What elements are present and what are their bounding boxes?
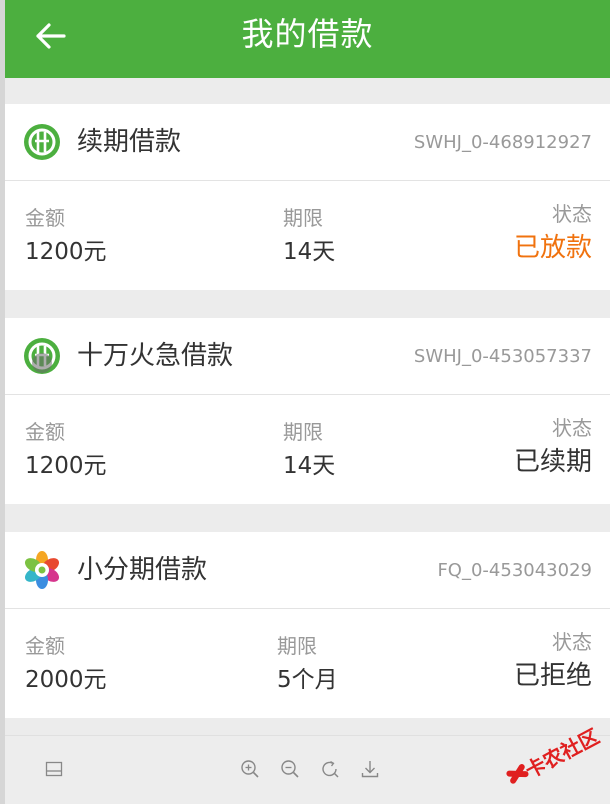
term-label: 期限 (283, 206, 323, 230)
amount-value: 2000元 (25, 667, 107, 693)
status-label: 状态 (552, 416, 592, 440)
loan-card[interactable]: 小分期借款 FQ_0-453043029 金额 2000元 期限 5个月 状态 … (5, 532, 610, 718)
status-column: 状态 已拒绝 (513, 630, 592, 691)
amount-column: 金额 2000元 (25, 633, 107, 695)
loan-name: 小分期借款 (77, 555, 208, 585)
zoom-out-icon (281, 760, 299, 778)
layout-button[interactable] (43, 758, 65, 780)
term-label: 期限 (283, 420, 323, 444)
colorful-flower-logo-icon (24, 551, 60, 589)
status-label: 状态 (552, 630, 592, 654)
zoom-in-button[interactable] (239, 758, 261, 780)
term-label: 期限 (277, 634, 317, 658)
status-value: 已续期 (513, 447, 592, 477)
loan-card-body: 金额 1200元 期限 14天 状态 已续期 (5, 395, 610, 504)
status-value: 已放款 (513, 233, 592, 263)
svg-text:卡农社区: 卡农社区 (521, 724, 603, 783)
loan-id: SWHJ_0-468912927 (413, 132, 592, 153)
term-column: 期限 5个月 (277, 633, 338, 695)
loan-id: FQ_0-453043029 (437, 560, 592, 581)
loan-card-header: 十万火急借款 SWHJ_0-453057337 (5, 318, 610, 395)
loan-id: SWHJ_0-453057337 (413, 346, 592, 367)
loan-card-header: 小分期借款 FQ_0-453043029 (5, 532, 610, 609)
term-value: 14天 (283, 239, 336, 265)
loan-card-header: 续期借款 SWHJ_0-468912927 (5, 104, 610, 181)
zoom-out-button[interactable] (279, 758, 301, 780)
header-bar: 我的借款 (5, 0, 610, 78)
status-value: 已拒绝 (513, 661, 592, 691)
amount-column: 金额 1200元 (25, 205, 107, 267)
status-column: 状态 已放款 (513, 202, 592, 263)
loan-card-body: 金额 1200元 期限 14天 状态 已放款 (5, 181, 610, 290)
download-icon (361, 761, 379, 778)
zoom-in-icon (241, 760, 259, 778)
status-column: 状态 已续期 (513, 416, 592, 477)
amount-label: 金额 (25, 420, 65, 444)
amount-label: 金额 (25, 206, 65, 230)
amount-label: 金额 (25, 634, 65, 658)
green-coin-logo-icon (24, 338, 60, 374)
green-coin-logo-icon (24, 124, 60, 160)
term-column: 期限 14天 (283, 419, 335, 481)
kanong-community-watermark-logo: 卡农社区 (506, 724, 603, 784)
rotate-icon (322, 760, 339, 778)
amount-column: 金额 1200元 (25, 419, 107, 481)
layout-icon (45, 761, 63, 777)
term-value: 14天 (283, 453, 336, 479)
term-column: 期限 14天 (283, 205, 335, 267)
page-title: 我的借款 (241, 15, 374, 53)
loan-name: 十万火急借款 (77, 341, 234, 371)
download-button[interactable] (359, 758, 381, 780)
loan-card-body: 金额 2000元 期限 5个月 状态 已拒绝 (5, 609, 610, 718)
amount-value: 1200元 (25, 453, 107, 479)
loan-card[interactable]: 十万火急借款 SWHJ_0-453057337 金额 1200元 期限 14天 … (5, 318, 610, 504)
app-screen: 我的借款 续期借款 SWHJ_0-468912927 金额 1200元 期限 1… (5, 0, 610, 804)
amount-value: 1200元 (25, 239, 107, 265)
status-label: 状态 (552, 202, 592, 226)
rotate-button[interactable] (319, 758, 341, 780)
loan-card[interactable]: 续期借款 SWHJ_0-468912927 金额 1200元 期限 14天 状态… (5, 104, 610, 290)
loan-name: 续期借款 (77, 127, 182, 157)
term-value: 5个月 (277, 667, 338, 693)
